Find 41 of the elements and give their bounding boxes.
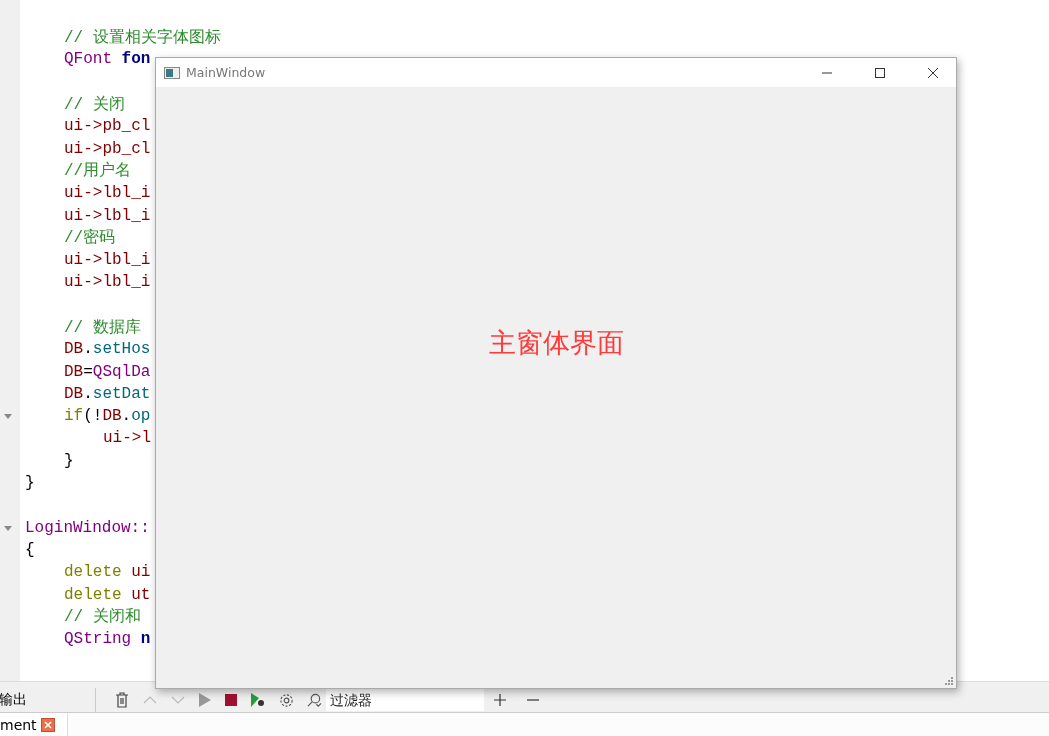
- search-icon: [307, 692, 322, 708]
- fold-arrow-icon[interactable]: [4, 525, 12, 531]
- code-text: // 关闭: [64, 94, 125, 115]
- window-icon: [164, 66, 180, 79]
- code-text: DB.setDat: [64, 384, 151, 403]
- code-text: ui->pb_cl: [64, 139, 151, 158]
- code-text: if(!DB.op: [64, 407, 151, 426]
- close-icon[interactable]: [927, 66, 939, 79]
- code-text: QFont fon: [64, 50, 151, 69]
- code-text: //密码: [64, 227, 116, 249]
- window-label: 主窗体界面: [488, 326, 624, 360]
- code-text: DB.setHos: [64, 340, 151, 359]
- code-text: delete ut: [64, 585, 151, 604]
- play-icon[interactable]: [199, 693, 211, 707]
- code-text: // 关闭和: [64, 606, 141, 628]
- add-icon[interactable]: [494, 694, 506, 706]
- code-text: ui->lbl_i: [64, 251, 151, 270]
- code-text: ui->lbl_i: [64, 184, 151, 203]
- trash-icon[interactable]: [115, 692, 129, 708]
- code-text: ui->l: [103, 429, 151, 448]
- code-text: {: [25, 540, 35, 559]
- fold-arrow-icon[interactable]: [4, 414, 12, 420]
- code-text: LoginWindow::: [25, 518, 150, 537]
- code-text: ui->pb_cl: [64, 117, 151, 136]
- window-title: MainWindow: [186, 65, 266, 80]
- code-text: // 数据库: [64, 317, 141, 338]
- code-text: //用户名: [64, 160, 132, 182]
- code-text: // 设置相关字体图标: [64, 27, 221, 48]
- code-text: ui->lbl_i: [64, 273, 151, 292]
- code-text: }: [25, 474, 35, 493]
- debug-run-icon[interactable]: [251, 693, 265, 707]
- code-text: QString n: [64, 630, 151, 649]
- code-text: ui->lbl_i: [64, 206, 151, 225]
- maximize-icon[interactable]: [874, 66, 886, 79]
- code-text: }: [64, 451, 74, 470]
- settings-icon[interactable]: [279, 692, 294, 708]
- code-text: DB=QSqlDa: [64, 362, 151, 381]
- output-tab[interactable]: ment: [0, 713, 68, 736]
- code-text: delete ui: [64, 563, 151, 582]
- resize-grip-icon[interactable]: [945, 677, 953, 685]
- filter-field[interactable]: 过滤器: [326, 689, 484, 711]
